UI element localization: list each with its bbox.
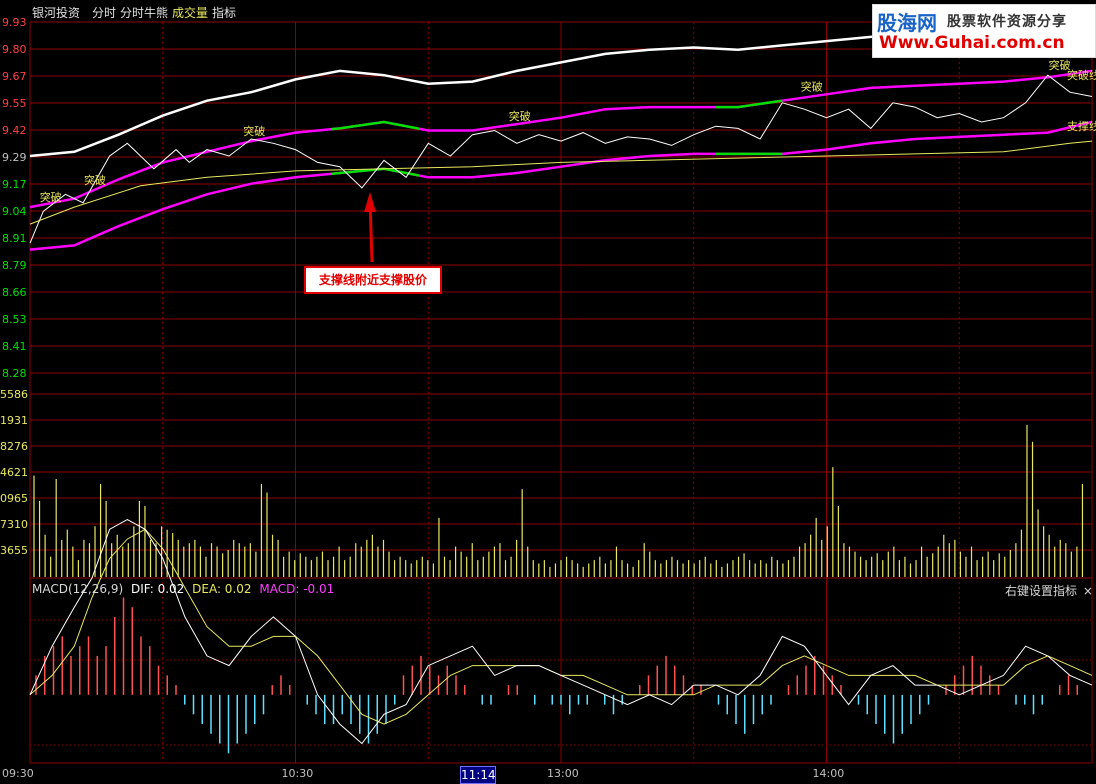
right-click-setting[interactable]: 右键设置指标 × [1005, 582, 1093, 599]
logo-line2: 股票软件资源分享 [947, 14, 1067, 30]
price-tick-label: 9.80 [2, 43, 27, 56]
time-tick-label: 09:30 [2, 767, 34, 780]
line-right-label: 支撑线 [1067, 119, 1096, 133]
volume-tick-label: 1931 [0, 414, 28, 427]
macd-legend: MACD(12,26,9) DIF: 0.02 DEA: 0.02 MACD: … [32, 582, 334, 596]
breakout-label: 突破 [84, 173, 106, 187]
price-tick-label: 9.67 [2, 70, 27, 83]
time-tick-label: 13:00 [547, 767, 579, 780]
price-tick-label: 9.29 [2, 151, 27, 164]
callout-arrow-head [364, 192, 376, 212]
breakout-label: 突破 [40, 190, 62, 204]
price-tick-label: 8.91 [2, 232, 27, 245]
intraday-chart[interactable]: 9.93 9.80 9.67 9.55 9.42 9.29 9.17 9.04 8.91 8.79… [0, 0, 1096, 784]
macd-name: MACD(12,26,9) [32, 582, 124, 596]
price-tick-label: 9.04 [2, 205, 27, 218]
price-tick-label: 8.28 [2, 367, 27, 380]
watermark-logo: 股海网 股票软件资源分享 Www.Guhai.com.cn [872, 4, 1096, 58]
close-icon[interactable]: × [1083, 584, 1093, 598]
breakout-label: 突破 [509, 109, 531, 123]
price-tick-label: 8.41 [2, 340, 27, 353]
time-tick-label: 14:00 [813, 767, 845, 780]
right-setting-label[interactable]: 右键设置指标 [1005, 584, 1077, 598]
logo-line1: 股海网 [877, 11, 937, 35]
macd-dea: DEA: 0.02 [192, 582, 252, 596]
macd-value: MACD: -0.01 [259, 582, 335, 596]
price-tick-label: 9.55 [2, 97, 27, 110]
price-tick-label: 9.17 [2, 178, 27, 191]
line-right-label: 突破线 [1067, 68, 1096, 82]
price-tick-label: 8.79 [2, 259, 27, 272]
current-time-marker: 11:14 [460, 766, 496, 784]
volume-tick-label: 5586 [0, 388, 28, 401]
time-tick-label: 10:30 [282, 767, 314, 780]
volume-tick-label: 0965 [0, 492, 28, 505]
breakout-label: 突破 [243, 124, 265, 138]
resistance-line-green-segment [715, 99, 783, 109]
breakout-label: 突破 [801, 79, 823, 93]
price-tick-label: 9.93 [2, 16, 27, 29]
macd-dif: DIF: 0.02 [130, 582, 185, 596]
volume-tick-label: 7310 [0, 518, 28, 531]
volume-tick-label: 3655 [0, 544, 28, 557]
volume-tick-label: 8276 [0, 440, 28, 453]
price-tick-label: 8.53 [2, 313, 27, 326]
volume-tick-label: 4621 [0, 466, 28, 479]
price-tick-label: 8.66 [2, 286, 27, 299]
annotation-callout: 支撑线附近支撑股价 [304, 266, 442, 294]
logo-url: Www.Guhai.com.cn [879, 33, 1065, 53]
price-tick-label: 9.42 [2, 124, 27, 137]
resistance-line-green-segment [330, 120, 420, 131]
